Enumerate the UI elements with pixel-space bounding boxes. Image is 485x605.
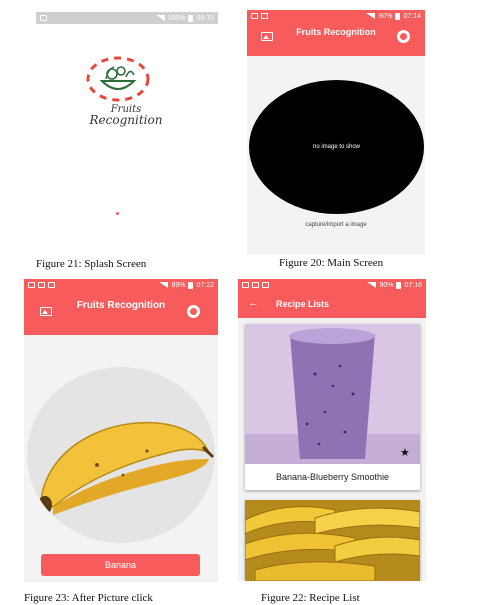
caption-after-click: Figure 23: After Picture click [24, 592, 153, 604]
caption-splash: Figure 21: Splash Screen [36, 258, 147, 270]
camera-icon[interactable] [397, 30, 410, 43]
status-time: 07:22 [196, 281, 214, 289]
notification-icon [251, 13, 258, 19]
notification-icon [48, 282, 55, 288]
signal-icon [366, 13, 376, 19]
splash-screen: 100% 09:15 Fruits Recognition [36, 12, 218, 248]
notification-icon [261, 13, 268, 19]
status-time: 07:14 [403, 12, 421, 20]
status-time: 07:16 [404, 281, 422, 289]
logo-text: Fruits Recognition [66, 104, 186, 126]
notification-icon [242, 282, 249, 288]
status-battery: 100% [167, 14, 186, 22]
signal-icon [155, 15, 165, 21]
result-button[interactable]: Banana [41, 554, 200, 576]
no-image-text: no image to show [312, 144, 361, 150]
image-preview: no image to show [249, 80, 424, 214]
bananas-photo [245, 500, 420, 581]
signal-icon [367, 282, 377, 288]
status-bar: 90% 07:14 [247, 10, 425, 22]
caption-recipe-list: Figure 22: Recipe List [261, 592, 360, 604]
status-battery: 89% [171, 281, 186, 289]
app-bar: 90% 07:16 ← Recipe Lists [238, 279, 426, 318]
notification-icon [40, 15, 47, 21]
notification-icon [252, 282, 259, 288]
status-battery: 90% [379, 281, 394, 289]
status-bar: 89% 07:22 [24, 279, 218, 291]
captured-image [27, 367, 215, 543]
main-screen: 90% 07:14 Fruits Recognition no image to… [247, 10, 425, 255]
star-icon[interactable]: ★ [400, 447, 410, 459]
status-battery: 90% [378, 12, 393, 20]
app-bar: 90% 07:14 Fruits Recognition [247, 10, 425, 56]
notification-icon [262, 282, 269, 288]
status-bar: 90% 07:16 [238, 279, 426, 291]
battery-icon [396, 281, 402, 289]
smoothie-photo [245, 324, 420, 464]
signal-icon [159, 282, 169, 288]
notification-icon [28, 282, 35, 288]
battery-icon [395, 12, 401, 20]
status-time: 09:15 [196, 14, 214, 22]
capture-import-text[interactable]: capture/import a image [247, 222, 425, 228]
status-bar: 100% 09:15 [36, 12, 218, 24]
loading-dot [116, 212, 119, 215]
caption-main: Figure 20: Main Screen [279, 257, 384, 269]
banana-photo [38, 421, 215, 515]
back-arrow-icon[interactable]: ← [248, 297, 259, 309]
logo-line2: Recognition [89, 113, 163, 127]
recipe-card[interactable]: ★ Banana-Blueberry Smoothie [245, 324, 420, 490]
recipe-list-screen: 90% 07:16 ← Recipe Lists ★ Banana-Bluebe… [238, 279, 426, 581]
after-click-screen: 89% 07:22 Fruits Recognition Banana [24, 279, 218, 582]
app-bar: 89% 07:22 Fruits Recognition [24, 279, 218, 335]
recipe-card[interactable] [245, 500, 420, 581]
fruit-basket-logo-icon [86, 56, 150, 102]
notification-icon [38, 282, 45, 288]
camera-icon[interactable] [187, 305, 200, 318]
battery-icon [188, 14, 194, 22]
recipe-title: Banana-Blueberry Smoothie [275, 472, 390, 482]
app-title: Recipe Lists [276, 299, 330, 309]
battery-icon [188, 281, 194, 289]
